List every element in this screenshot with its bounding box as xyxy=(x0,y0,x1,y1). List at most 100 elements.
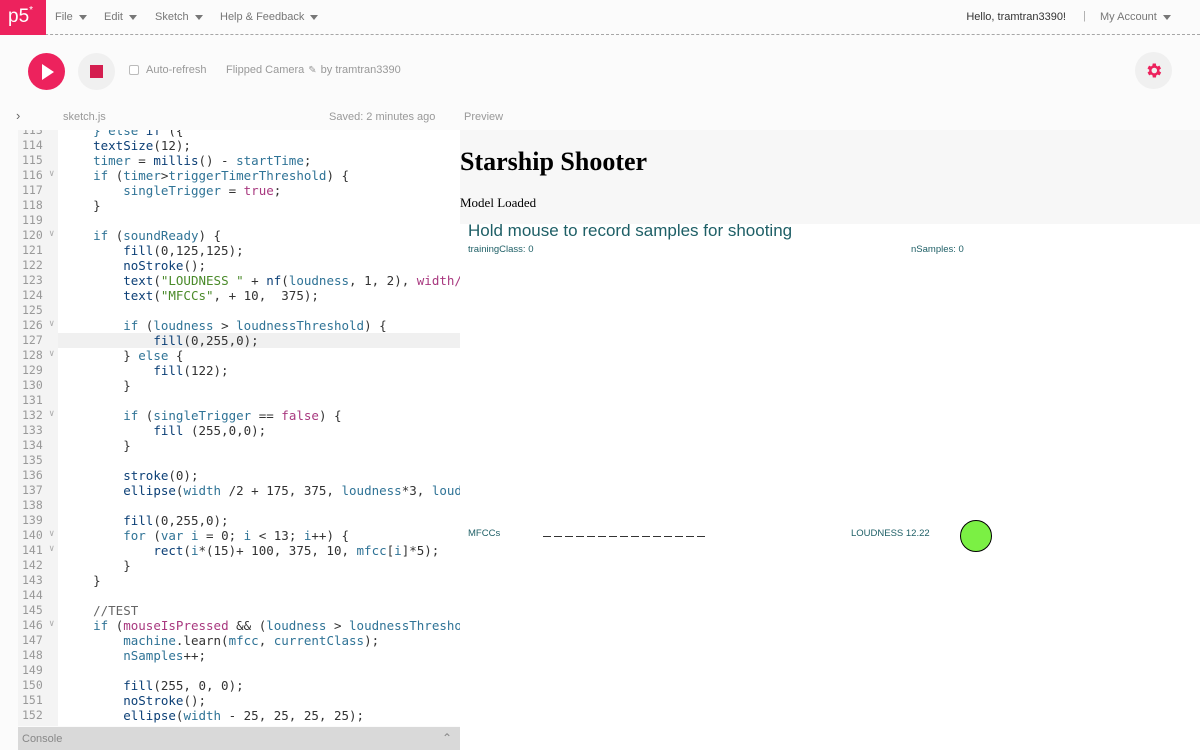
menu-file[interactable]: File xyxy=(55,11,87,23)
code-line[interactable]: 113 } else if ({ xyxy=(18,130,460,138)
stop-button[interactable] xyxy=(78,53,115,90)
code-line[interactable]: 131 xyxy=(18,393,460,408)
code-text: if (loudness > loudnessThreshold) { xyxy=(123,318,387,333)
menu-my-account[interactable]: My Account xyxy=(1100,11,1171,23)
mfcc-bar xyxy=(598,536,606,537)
code-line[interactable]: 126 ∨ if (loudness > loudnessThreshold) { xyxy=(18,318,460,333)
gear-icon xyxy=(1147,63,1162,78)
fold-chevron-icon[interactable]: ∨ xyxy=(49,347,54,362)
code-line[interactable]: 133 fill (255,0,0); xyxy=(18,423,460,438)
line-number: 121 xyxy=(22,243,43,257)
menu-edit[interactable]: Edit xyxy=(104,11,137,23)
chevron-down-icon xyxy=(310,14,319,20)
console-panel[interactable]: Console ⌃ xyxy=(18,727,460,750)
console-label: Console xyxy=(22,733,63,745)
pencil-icon[interactable]: ✎ xyxy=(308,65,316,76)
fold-chevron-icon[interactable]: ∨ xyxy=(49,167,54,182)
code-text: } else if ({ xyxy=(93,130,184,138)
line-number: 142 xyxy=(22,558,43,572)
code-editor[interactable]: 113 } else if ({114 textSize(12); 115 tim… xyxy=(18,130,460,726)
code-line[interactable]: 139 fill(0,255,0); xyxy=(18,513,460,528)
code-text: if (soundReady) { xyxy=(93,228,222,243)
fold-chevron-icon[interactable]: ∨ xyxy=(49,617,54,632)
code-text: if (timer>triggerTimerThreshold) { xyxy=(93,168,350,183)
code-line[interactable]: 129 fill(122); xyxy=(18,363,460,378)
code-line[interactable]: 147 machine.learn(mfcc, currentClass); xyxy=(18,633,460,648)
line-number: 118 xyxy=(22,198,43,212)
mfcc-bars xyxy=(543,536,708,537)
preview-header xyxy=(460,130,1200,224)
samples-count-label: nSamples: 0 xyxy=(911,244,964,255)
code-text: if (singleTrigger == false) { xyxy=(123,408,342,423)
user-greeting: Hello, tramtran3390! xyxy=(966,11,1066,23)
code-text: text("MFCCs", + 10, 375); xyxy=(123,288,319,303)
code-line[interactable]: 134 } xyxy=(18,438,460,453)
code-line[interactable]: 114 textSize(12); xyxy=(18,138,460,153)
code-line[interactable]: 132 ∨ if (singleTrigger == false) { xyxy=(18,408,460,423)
code-line[interactable]: 123 text("LOUDNESS " + nf(loudness, 1, 2… xyxy=(18,273,460,288)
code-line[interactable]: 124 text("MFCCs", + 10, 375); xyxy=(18,288,460,303)
code-line[interactable]: 127 fill(0,255,0); xyxy=(18,333,460,348)
code-line[interactable]: 115 timer = millis() - startTime; xyxy=(18,153,460,168)
project-name[interactable]: Flipped Camera xyxy=(226,64,304,76)
code-text: singleTrigger = true; xyxy=(123,183,282,198)
code-line[interactable]: 118 } xyxy=(18,198,460,213)
settings-button[interactable] xyxy=(1135,52,1172,89)
code-line[interactable]: 140 ∨ for (var i = 0; i < 13; i++) { xyxy=(18,528,460,543)
code-line[interactable]: 141 ∨ rect(i*(15)+ 100, 375, 10, mfcc[i]*… xyxy=(18,543,460,558)
code-line[interactable]: 149 xyxy=(18,663,460,678)
code-line[interactable]: 145 //TEST xyxy=(18,603,460,618)
line-number: 141 xyxy=(22,543,43,557)
p5-logo[interactable]: p5* xyxy=(0,0,46,35)
code-line[interactable]: 142 } xyxy=(18,558,460,573)
play-button[interactable] xyxy=(28,53,65,90)
code-text: } else { xyxy=(63,348,184,363)
code-line[interactable]: 122 noStroke(); xyxy=(18,258,460,273)
code-line[interactable]: 137 ellipse(width /2 + 175, 375, loudnes… xyxy=(18,483,460,498)
code-line[interactable]: 151 noStroke(); xyxy=(18,693,460,708)
fold-chevron-icon[interactable]: ∨ xyxy=(49,227,54,242)
menu-help[interactable]: Help & Feedback xyxy=(220,11,319,23)
code-line[interactable]: 119 xyxy=(18,213,460,228)
code-line[interactable]: 148 nSamples++; xyxy=(18,648,460,663)
code-text: timer = millis() - startTime; xyxy=(93,153,312,168)
code-text: machine.learn(mfcc, currentClass); xyxy=(123,633,380,648)
code-line[interactable]: 117 singleTrigger = true; xyxy=(18,183,460,198)
menu-sketch[interactable]: Sketch xyxy=(155,11,203,23)
code-line[interactable]: 116 ∨ if (timer>triggerTimerThreshold) { xyxy=(18,168,460,183)
code-lines[interactable]: 113 } else if ({114 textSize(12); 115 tim… xyxy=(18,130,460,723)
fold-chevron-icon[interactable]: ∨ xyxy=(49,527,54,542)
mfcc-bar xyxy=(675,536,683,537)
code-line[interactable]: 152 ellipse(width - 25, 25, 25, 25); xyxy=(18,708,460,723)
code-line[interactable]: 128 ∨ } else { xyxy=(18,348,460,363)
file-tab[interactable]: sketch.js xyxy=(63,111,106,123)
line-number: 148 xyxy=(22,648,43,662)
code-line[interactable]: 150 fill(255, 0, 0); xyxy=(18,678,460,693)
toolbar: Auto-refresh Flipped Camera ✎ by tramtra… xyxy=(0,36,1200,106)
line-number: 124 xyxy=(22,288,43,302)
expand-sidebar-icon[interactable]: › xyxy=(16,108,20,123)
auto-refresh-toggle[interactable]: Auto-refresh xyxy=(129,64,207,76)
code-line[interactable]: 146 ∨ if (mouseIsPressed && (loudness > l… xyxy=(18,618,460,633)
code-line[interactable]: 130 } xyxy=(18,378,460,393)
line-number: 125 xyxy=(22,303,43,317)
code-line[interactable]: 143 } xyxy=(18,573,460,588)
code-text: } xyxy=(63,558,131,573)
project-owner: by tramtran3390 xyxy=(320,64,401,76)
preview-canvas[interactable]: Starship Shooter Model Loaded Hold mouse… xyxy=(460,130,1200,750)
code-line[interactable]: 136 stroke(0); xyxy=(18,468,460,483)
line-number: 152 xyxy=(22,708,43,722)
auto-refresh-checkbox[interactable] xyxy=(129,65,139,75)
mfcc-label: MFCCs xyxy=(468,528,501,539)
code-line[interactable]: 135 xyxy=(18,453,460,468)
fold-chevron-icon[interactable]: ∨ xyxy=(49,317,54,332)
code-line[interactable]: 121 fill(0,125,125); xyxy=(18,243,460,258)
chevron-up-icon[interactable]: ⌃ xyxy=(442,731,452,745)
fold-chevron-icon[interactable]: ∨ xyxy=(49,407,54,422)
code-line[interactable]: 125 xyxy=(18,303,460,318)
code-text: fill(122); xyxy=(153,363,229,378)
code-line[interactable]: 120 ∨ if (soundReady) { xyxy=(18,228,460,243)
code-line[interactable]: 138 xyxy=(18,498,460,513)
code-line[interactable]: 144 xyxy=(18,588,460,603)
fold-chevron-icon[interactable]: ∨ xyxy=(49,542,54,557)
